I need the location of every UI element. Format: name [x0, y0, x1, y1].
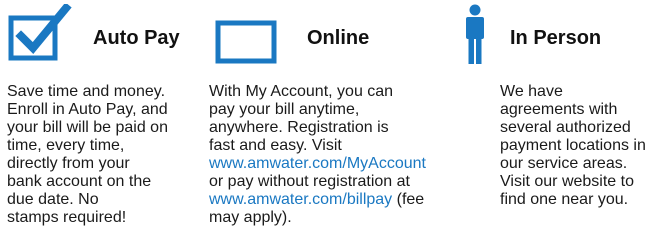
in-person-section: In Person We have agreements with severa… [448, 0, 660, 252]
autopay-line: your bill will be paid on [7, 119, 168, 136]
autopay-line: stamps required! [7, 209, 127, 226]
autopay-header: Auto Pay [0, 2, 202, 67]
in-person-description: We have agreements with several authoriz… [500, 83, 646, 209]
online-fee-note: (fee [392, 191, 425, 208]
autopay-line: due date. No [7, 191, 99, 208]
checkbox-check-icon [8, 2, 74, 67]
autopay-line: Save time and money. [7, 83, 166, 100]
online-line: or pay without registration at [209, 173, 410, 190]
online-line: pay your bill anytime, [209, 101, 360, 118]
person-icon [462, 4, 488, 71]
autopay-line: bank account on the [7, 173, 152, 190]
in-person-line: We have [500, 83, 563, 100]
online-line: may apply). [209, 209, 292, 226]
in-person-line: agreements with [500, 101, 618, 118]
in-person-heading: In Person [510, 27, 602, 49]
in-person-header: In Person [448, 4, 660, 64]
online-heading: Online [307, 27, 370, 49]
autopay-line: Enroll in Auto Pay, and [7, 101, 168, 118]
billpay-link[interactable]: www.amwater.com/billpay [209, 191, 392, 208]
monitor-screen-icon [215, 20, 277, 69]
in-person-line: Visit our website to [500, 173, 634, 190]
online-line: With My Account, you can [209, 83, 394, 100]
online-section: Online With My Account, you can pay your… [209, 0, 446, 252]
autopay-section: Auto Pay Save time and money. Enroll in … [0, 0, 202, 252]
autopay-line: time, every time, [7, 137, 125, 154]
in-person-line: payment locations in [500, 137, 646, 154]
in-person-line: find one near you. [500, 191, 629, 208]
in-person-line: several authorized [500, 119, 631, 136]
in-person-line: our service areas. [500, 155, 628, 172]
autopay-description: Save time and money. Enroll in Auto Pay,… [7, 83, 168, 227]
online-line: anywhere. Registration is [209, 119, 389, 136]
myaccount-link[interactable]: www.amwater.com/MyAccount [209, 155, 426, 172]
online-line: fast and easy. Visit [209, 137, 342, 154]
online-description: With My Account, you can pay your bill a… [209, 83, 426, 227]
autopay-heading: Auto Pay [93, 27, 180, 49]
online-header: Online [209, 4, 446, 64]
autopay-line: directly from your [7, 155, 130, 172]
